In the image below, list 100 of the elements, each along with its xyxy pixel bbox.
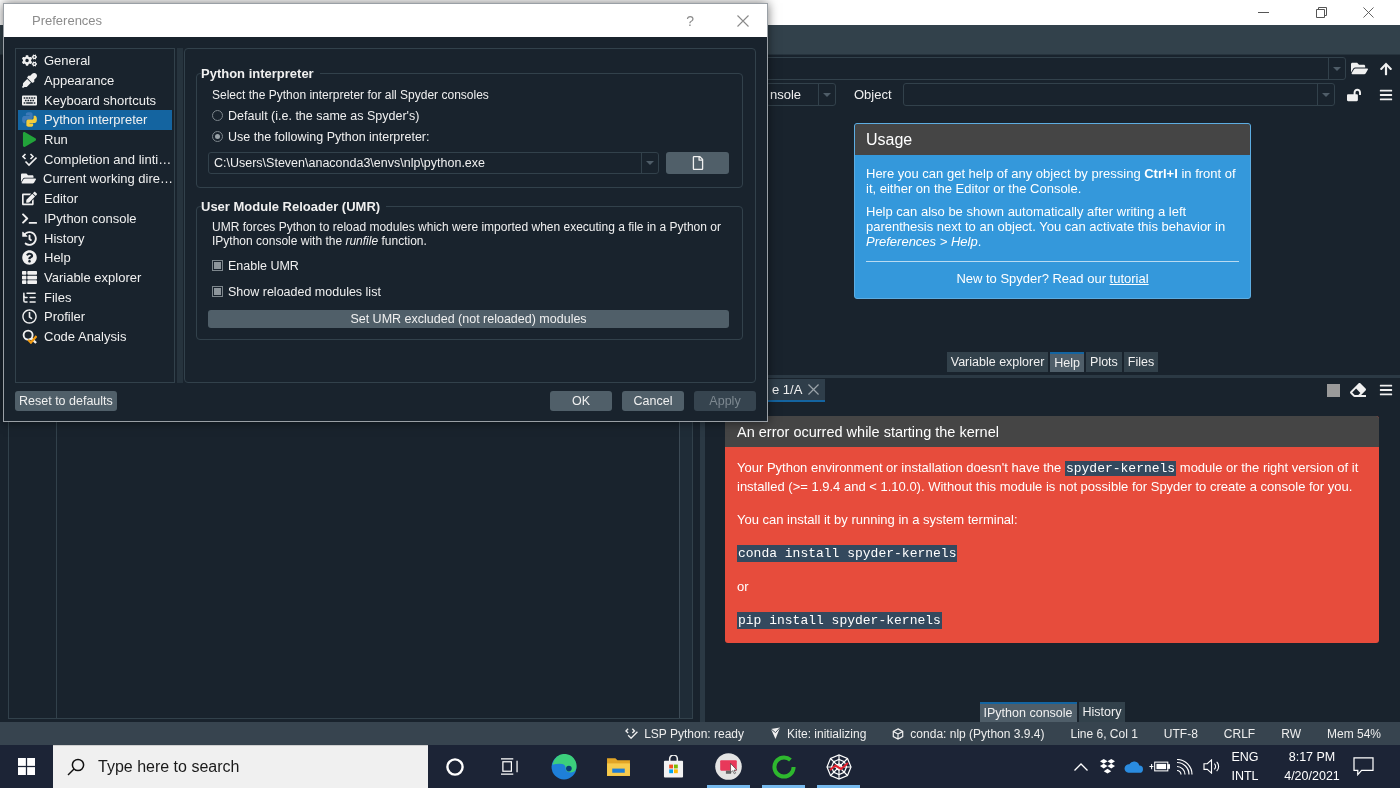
error-message: You can install it by running in a system terminal: — [737, 511, 1019, 529]
sidebar-item[interactable]: Files — [18, 287, 172, 307]
object-label: Object — [854, 87, 892, 102]
umr-excluded-button[interactable]: Set UMR excluded (not reloaded) modules — [208, 310, 729, 328]
sidebar-item[interactable]: IPython console — [18, 208, 172, 229]
clear-button[interactable] — [1350, 382, 1366, 398]
play-icon — [21, 132, 37, 148]
close-button[interactable] — [737, 14, 749, 27]
speech-bubble-icon — [1352, 757, 1374, 776]
stop-icon — [1327, 383, 1340, 397]
stacked-frames-icon — [499, 758, 519, 775]
cube-icon — [892, 727, 905, 740]
cloud-icon — [1123, 760, 1143, 773]
checkbox-label: Show reloaded modules list — [228, 284, 381, 299]
dialog-button[interactable]: Cancel — [622, 391, 684, 411]
search-check-icon — [21, 328, 37, 344]
sidebar-item[interactable]: Python interpreter — [18, 110, 172, 130]
python-logo-icon — [21, 112, 37, 128]
pane-tab[interactable]: IPython console — [979, 702, 1077, 722]
group-title: Python interpreter — [201, 66, 315, 81]
status-text: RW — [1281, 726, 1301, 741]
battery-icon — [1148, 760, 1170, 773]
sidebar-item[interactable]: Keyboard shortcuts — [18, 90, 172, 111]
wifi-icon — [1176, 758, 1194, 775]
reset-button[interactable]: Reset to defaults — [15, 391, 117, 411]
speaker-icon — [1202, 759, 1220, 774]
splitter-handle[interactable] — [176, 48, 183, 383]
sidebar-item[interactable]: Variable explorer — [18, 267, 172, 288]
pane-tab[interactable]: History — [1078, 702, 1126, 722]
code-check-icon — [21, 151, 37, 167]
source-combobox[interactable]: nsole — [766, 83, 836, 106]
browse-folder-button[interactable] — [1351, 60, 1368, 77]
file-tree-icon — [21, 289, 37, 305]
group-title: User Module Reloader (UMR) — [201, 199, 382, 214]
help-button[interactable]: ? — [682, 10, 698, 31]
console-tab[interactable]: e 1/A — [768, 378, 826, 402]
edit-icon — [21, 191, 37, 207]
radio-label: Use the following Python interpreter: — [228, 129, 430, 144]
sidebar-item[interactable]: Code Analysis — [18, 326, 172, 347]
radio-button[interactable] — [212, 131, 223, 142]
code-snippet: pip install spyder-kernels — [737, 612, 942, 629]
folder-icon — [606, 756, 631, 777]
arrow-up-icon — [1379, 61, 1393, 76]
folder-open-icon — [21, 171, 36, 187]
code-check-icon — [625, 728, 639, 739]
checkbox[interactable] — [212, 286, 223, 297]
menu-button[interactable] — [1379, 87, 1393, 102]
code-snippet: conda install spyder-kernels — [737, 545, 958, 562]
menu-button[interactable] — [1379, 383, 1393, 397]
sidebar-item[interactable]: Run — [18, 129, 172, 150]
menu-icon — [1379, 383, 1393, 397]
usage-text: Here you can get help of any object by pressing Ctrl+I in front of it, either on the Editor or the Console. — [866, 166, 1237, 196]
spider-web-icon — [825, 753, 852, 780]
search-field[interactable]: Type here to search — [53, 745, 428, 788]
language-text[interactable]: ENG — [1231, 750, 1259, 764]
sidebar-item[interactable]: Editor — [18, 188, 172, 209]
lock-button[interactable] — [1347, 87, 1361, 102]
caret-icon — [1322, 92, 1330, 97]
radio-button[interactable] — [212, 110, 223, 121]
interpreter-path-combobox[interactable]: C:\Users\Steven\anaconda3\envs\nlp\python.exe — [208, 152, 659, 174]
search-input[interactable]: Type here to search — [98, 756, 428, 778]
circle-icon — [446, 757, 464, 776]
dialog-button[interactable]: OK — [550, 391, 612, 411]
browse-button[interactable] — [666, 152, 729, 174]
kite-icon — [770, 727, 781, 740]
sidebar-item[interactable]: History — [18, 228, 172, 248]
close-icon[interactable] — [808, 383, 820, 395]
status-text: CRLF — [1223, 726, 1256, 741]
caret-icon — [1333, 66, 1341, 71]
list-icon — [21, 269, 37, 285]
status-text: UTF-8 — [1163, 726, 1198, 741]
menu-icon — [1379, 87, 1393, 102]
pane-tab[interactable]: Help — [1050, 352, 1085, 372]
search-icon — [67, 758, 85, 776]
restore-icon — [1315, 7, 1327, 18]
stop-button[interactable] — [1327, 383, 1340, 397]
status-text: conda: nlp (Python 3.9.4) — [910, 726, 1045, 741]
ring-icon — [771, 754, 796, 779]
usage-text: Help can also be shown automatically after writing a left parenthesis next to an object. You can activate this behavior in Preferences > Help. — [866, 204, 1227, 249]
keyboard-layout-text[interactable]: INTL — [1231, 769, 1259, 783]
sidebar-item[interactable]: Help — [18, 247, 172, 268]
pane-tab[interactable]: Variable explorer — [946, 352, 1049, 372]
sidebar-item[interactable]: Profiler — [18, 306, 172, 327]
sidebar-item[interactable]: General — [18, 51, 172, 71]
sidebar-item[interactable]: Completion and linti… — [18, 149, 172, 170]
pane-tab[interactable]: Plots — [1086, 352, 1122, 372]
sidebar-item[interactable]: Current working dire… — [18, 169, 172, 189]
swirl-icon — [550, 753, 577, 780]
caret-icon — [823, 92, 831, 97]
checkbox[interactable] — [212, 260, 223, 271]
sidebar-item[interactable]: Appearance — [18, 70, 172, 91]
clock-date[interactable]: 4/20/2021 — [1284, 769, 1340, 783]
radio-label: Default (i.e. the same as Spyder's) — [228, 108, 420, 123]
pane-tab[interactable]: Files — [1123, 352, 1159, 372]
caret-icon — [646, 161, 654, 165]
clock-time[interactable]: 8:17 PM — [1288, 750, 1336, 764]
error-title: An error ocurred while starting the kernel — [725, 416, 1379, 447]
window-panes-icon — [18, 758, 35, 775]
parent-directory-button[interactable] — [1379, 61, 1393, 76]
status-text: Kite: initializing — [787, 726, 867, 741]
